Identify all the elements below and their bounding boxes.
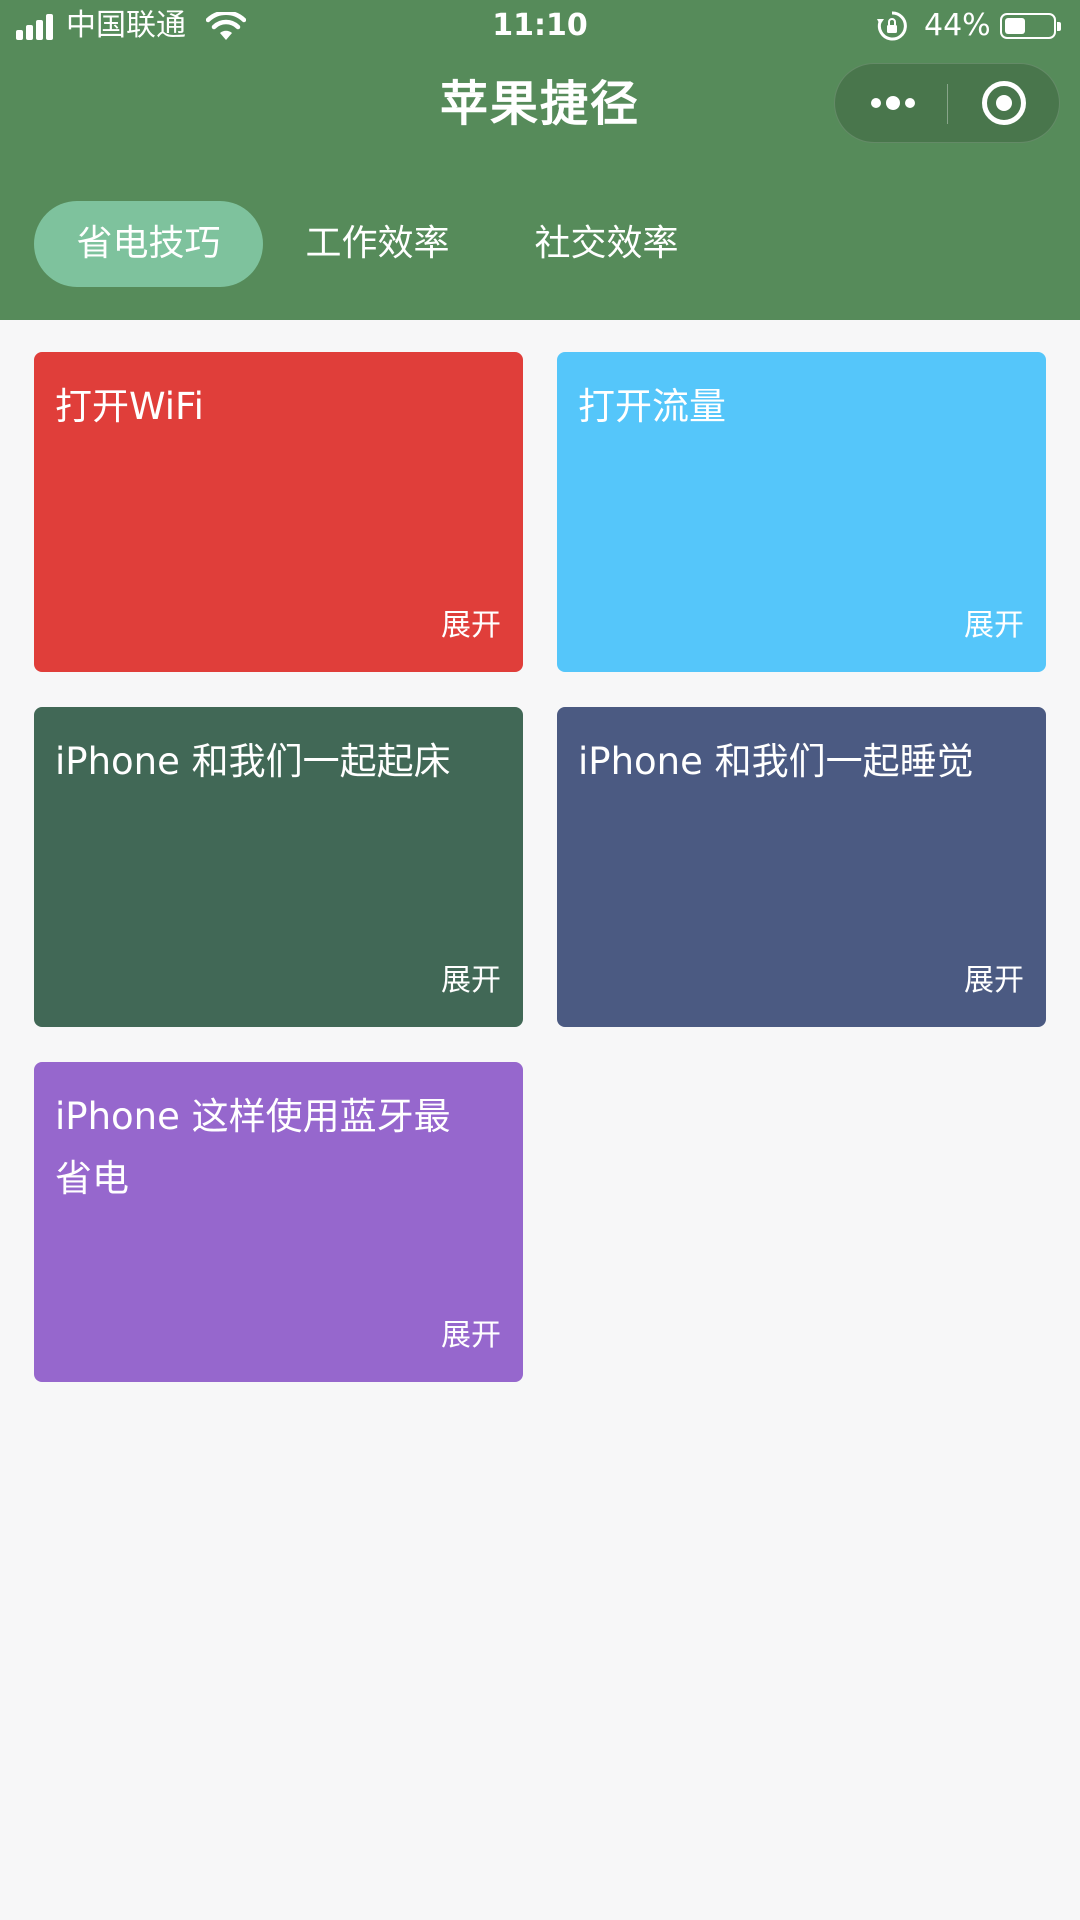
rotation-lock-icon xyxy=(877,11,907,41)
mini-program-capsule xyxy=(834,63,1060,143)
tab-label: 社交效率 xyxy=(534,223,679,264)
expand-link[interactable]: 展开 xyxy=(441,606,501,646)
tab-label: 工作效率 xyxy=(305,223,450,264)
close-miniprogram-button[interactable] xyxy=(949,64,1059,142)
shortcut-card[interactable]: iPhone 和我们一起睡觉 展开 xyxy=(557,707,1046,1027)
shortcut-card[interactable]: 打开流量 展开 xyxy=(557,352,1046,672)
tab-work-efficiency[interactable]: 工作效率 xyxy=(263,201,492,287)
expand-link[interactable]: 展开 xyxy=(964,961,1024,1001)
card-title: 打开WiFi xyxy=(55,385,204,428)
shortcut-card[interactable]: iPhone 这样使用蓝牙最省电 展开 xyxy=(34,1062,523,1382)
shortcut-card[interactable]: 打开WiFi 展开 xyxy=(34,352,523,672)
battery-level-fill xyxy=(1005,18,1025,34)
status-bar: 中国联通 11:10 44% xyxy=(0,0,1080,52)
expand-link[interactable]: 展开 xyxy=(441,961,501,1001)
header: 中国联通 11:10 44% 苹果捷径 省电技巧 工作效率 社交效率 xyxy=(0,0,1080,320)
capsule-divider xyxy=(947,84,948,124)
battery-icon xyxy=(1000,13,1061,39)
expand-link[interactable]: 展开 xyxy=(964,606,1024,646)
card-title: iPhone 这样使用蓝牙最省电 xyxy=(55,1095,451,1200)
more-button[interactable] xyxy=(835,64,947,142)
app-screen: 中国联通 11:10 44% 苹果捷径 省电技巧 工作效率 社交效率 打开WiF… xyxy=(0,0,1080,1920)
tab-label: 省电技巧 xyxy=(76,223,221,264)
tab-social-efficiency[interactable]: 社交效率 xyxy=(492,201,721,287)
tab-power-saving[interactable]: 省电技巧 xyxy=(34,201,263,287)
card-title: iPhone 和我们一起起床 xyxy=(55,740,451,783)
shortcut-card[interactable]: iPhone 和我们一起起床 展开 xyxy=(34,707,523,1027)
expand-link[interactable]: 展开 xyxy=(441,1316,501,1356)
status-time: 11:10 xyxy=(492,8,588,43)
card-title: 打开流量 xyxy=(578,385,726,428)
battery-percent: 44% xyxy=(924,8,991,43)
more-dots-icon xyxy=(871,98,881,108)
card-title: iPhone 和我们一起睡觉 xyxy=(578,740,974,783)
